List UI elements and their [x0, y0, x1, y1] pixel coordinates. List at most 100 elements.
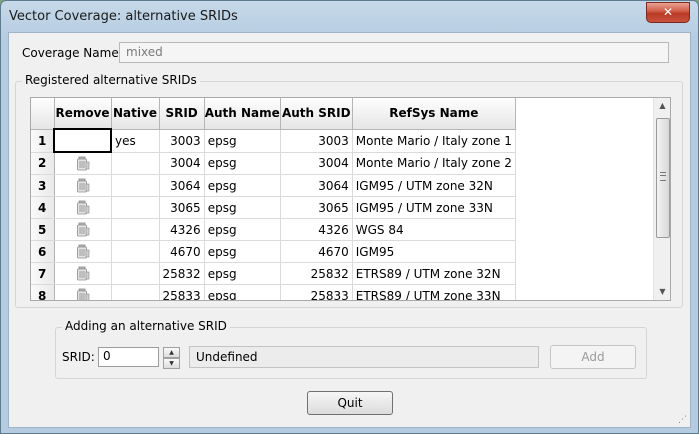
- row-number[interactable]: 6: [31, 240, 55, 263]
- table-row[interactable]: 8 25833 epsg 25833 ETRS89 / UTM zone 33N: [31, 284, 516, 300]
- table-row[interactable]: 5 4326 epsg 4326 WGS 84: [31, 218, 516, 241]
- column-header-auth-srid[interactable]: Auth SRID: [280, 98, 353, 130]
- column-header-remove[interactable]: Remove: [54, 98, 112, 130]
- remove-cell[interactable]: [54, 152, 112, 175]
- row-number[interactable]: 3: [31, 174, 55, 197]
- remove-cell[interactable]: [54, 240, 112, 263]
- native-cell[interactable]: [111, 240, 160, 263]
- native-cell[interactable]: [111, 262, 160, 285]
- auth-srid-cell[interactable]: 4670: [280, 240, 353, 263]
- native-cell[interactable]: [111, 218, 160, 241]
- registered-srids-legend: Registered alternative SRIDs: [22, 73, 200, 87]
- adding-srid-legend: Adding an alternative SRID: [62, 319, 230, 333]
- native-cell[interactable]: yes: [111, 129, 160, 153]
- auth-srid-cell[interactable]: 3004: [280, 152, 353, 175]
- srid-input[interactable]: 0: [98, 347, 159, 367]
- auth-srid-cell[interactable]: 3064: [280, 174, 353, 197]
- row-number[interactable]: 2: [31, 152, 55, 175]
- refsys-name-cell[interactable]: IGM95: [352, 240, 516, 263]
- table-row[interactable]: 3 3064 epsg 3064 IGM95 / UTM zone 32N: [31, 174, 516, 197]
- column-header-srid[interactable]: SRID: [159, 98, 205, 130]
- column-header-native[interactable]: Native: [111, 98, 160, 130]
- remove-cell[interactable]: [54, 262, 112, 285]
- native-cell[interactable]: [111, 152, 160, 175]
- native-cell[interactable]: [111, 174, 160, 197]
- remove-cell[interactable]: [54, 174, 112, 197]
- row-number[interactable]: 1: [31, 129, 55, 153]
- trash-bin-icon[interactable]: [76, 200, 90, 215]
- quit-button[interactable]: Quit: [307, 391, 393, 415]
- trash-bin-icon[interactable]: [76, 222, 90, 237]
- column-header-auth-name[interactable]: Auth Name: [204, 98, 281, 130]
- auth-srid-cell[interactable]: 3003: [280, 129, 353, 153]
- table-row[interactable]: 1 yes 3003 epsg 3003 Monte Mario / Italy zone…: [31, 128, 516, 153]
- row-number[interactable]: 7: [31, 262, 55, 285]
- add-button[interactable]: Add: [550, 345, 636, 369]
- resize-grip-icon[interactable]: ⋰: [678, 415, 688, 425]
- close-icon: ✕: [662, 5, 674, 19]
- trash-bin-icon[interactable]: [76, 178, 90, 193]
- auth-name-cell[interactable]: epsg: [204, 129, 281, 153]
- row-number[interactable]: 8: [31, 284, 55, 300]
- grid-header-row: Remove Native SRID Auth Name Auth SRID R…: [31, 98, 516, 130]
- trash-bin-icon[interactable]: [76, 244, 90, 259]
- auth-name-cell[interactable]: epsg: [204, 240, 281, 263]
- spin-down-icon[interactable]: ▼: [163, 358, 180, 369]
- srid-cell[interactable]: 25833: [159, 284, 205, 300]
- refsys-name-cell[interactable]: Monte Mario / Italy zone 1: [352, 129, 516, 153]
- auth-srid-cell[interactable]: 4326: [280, 218, 353, 241]
- refsys-name-cell[interactable]: ETRS89 / UTM zone 33N: [352, 284, 516, 300]
- srid-cell[interactable]: 3004: [159, 152, 205, 175]
- title-bar[interactable]: Vector Coverage: alternative SRIDs ✕: [1, 1, 698, 31]
- remove-cell[interactable]: [54, 284, 112, 300]
- srid-cell[interactable]: 25832: [159, 262, 205, 285]
- table-row[interactable]: 2 3004 epsg 3004 Monte Mario / Italy zone 2: [31, 152, 516, 175]
- window-title: Vector Coverage: alternative SRIDs: [9, 9, 238, 24]
- auth-srid-cell[interactable]: 3065: [280, 196, 353, 219]
- table-row[interactable]: 6 4670 epsg 4670 IGM95: [31, 240, 516, 263]
- trash-bin-icon[interactable]: [76, 288, 90, 300]
- auth-name-cell[interactable]: epsg: [204, 262, 281, 285]
- spin-up-icon[interactable]: ▲: [163, 347, 180, 358]
- srid-cell[interactable]: 3003: [159, 129, 205, 153]
- coverage-name-field: mixed: [119, 42, 669, 63]
- srid-cell[interactable]: 4326: [159, 218, 205, 241]
- refsys-name-cell[interactable]: IGM95 / UTM zone 33N: [352, 196, 516, 219]
- auth-name-cell[interactable]: epsg: [204, 152, 281, 175]
- srid-table: Remove Native SRID Auth Name Auth SRID R…: [31, 98, 516, 300]
- auth-srid-cell[interactable]: 25833: [280, 284, 353, 300]
- refsys-name-cell[interactable]: WGS 84: [352, 218, 516, 241]
- auth-srid-cell[interactable]: 25832: [280, 262, 353, 285]
- refsys-name-cell[interactable]: ETRS89 / UTM zone 32N: [352, 262, 516, 285]
- remove-cell[interactable]: [53, 128, 112, 153]
- close-button[interactable]: ✕: [646, 2, 690, 23]
- srid-cell[interactable]: 4670: [159, 240, 205, 263]
- native-cell[interactable]: [111, 284, 160, 300]
- auth-name-cell[interactable]: epsg: [204, 196, 281, 219]
- auth-name-cell[interactable]: epsg: [204, 218, 281, 241]
- grid-vertical-scrollbar[interactable]: ▲ ▼: [653, 98, 670, 300]
- arrow-up-icon[interactable]: ▲: [654, 98, 670, 114]
- row-number[interactable]: 5: [31, 218, 55, 241]
- arrow-down-icon[interactable]: ▼: [654, 284, 670, 300]
- scrollbar-thumb[interactable]: [656, 118, 670, 238]
- dialog-window: Vector Coverage: alternative SRIDs ✕ Cov…: [0, 0, 699, 434]
- refsys-name-cell[interactable]: IGM95 / UTM zone 32N: [352, 174, 516, 197]
- remove-cell[interactable]: [54, 218, 112, 241]
- trash-bin-icon[interactable]: [76, 156, 90, 171]
- dialog-client-area: Coverage Name: mixed Registered alternat…: [8, 32, 691, 428]
- column-header-refsys-name[interactable]: RefSys Name: [352, 98, 516, 130]
- auth-name-cell[interactable]: epsg: [204, 174, 281, 197]
- table-row[interactable]: 7 25832 epsg 25832 ETRS89 / UTM zone 32N: [31, 262, 516, 285]
- srid-cell[interactable]: 3064: [159, 174, 205, 197]
- srid-grid[interactable]: Remove Native SRID Auth Name Auth SRID R…: [30, 97, 671, 301]
- remove-cell[interactable]: [54, 196, 112, 219]
- refsys-name-cell[interactable]: Monte Mario / Italy zone 2: [352, 152, 516, 175]
- trash-bin-icon[interactable]: [76, 266, 90, 281]
- row-number[interactable]: 4: [31, 196, 55, 219]
- native-cell[interactable]: [111, 196, 160, 219]
- table-row[interactable]: 4 3065 epsg 3065 IGM95 / UTM zone 33N: [31, 196, 516, 219]
- auth-name-cell[interactable]: epsg: [204, 284, 281, 300]
- srid-cell[interactable]: 3065: [159, 196, 205, 219]
- grip-icon: [660, 172, 666, 181]
